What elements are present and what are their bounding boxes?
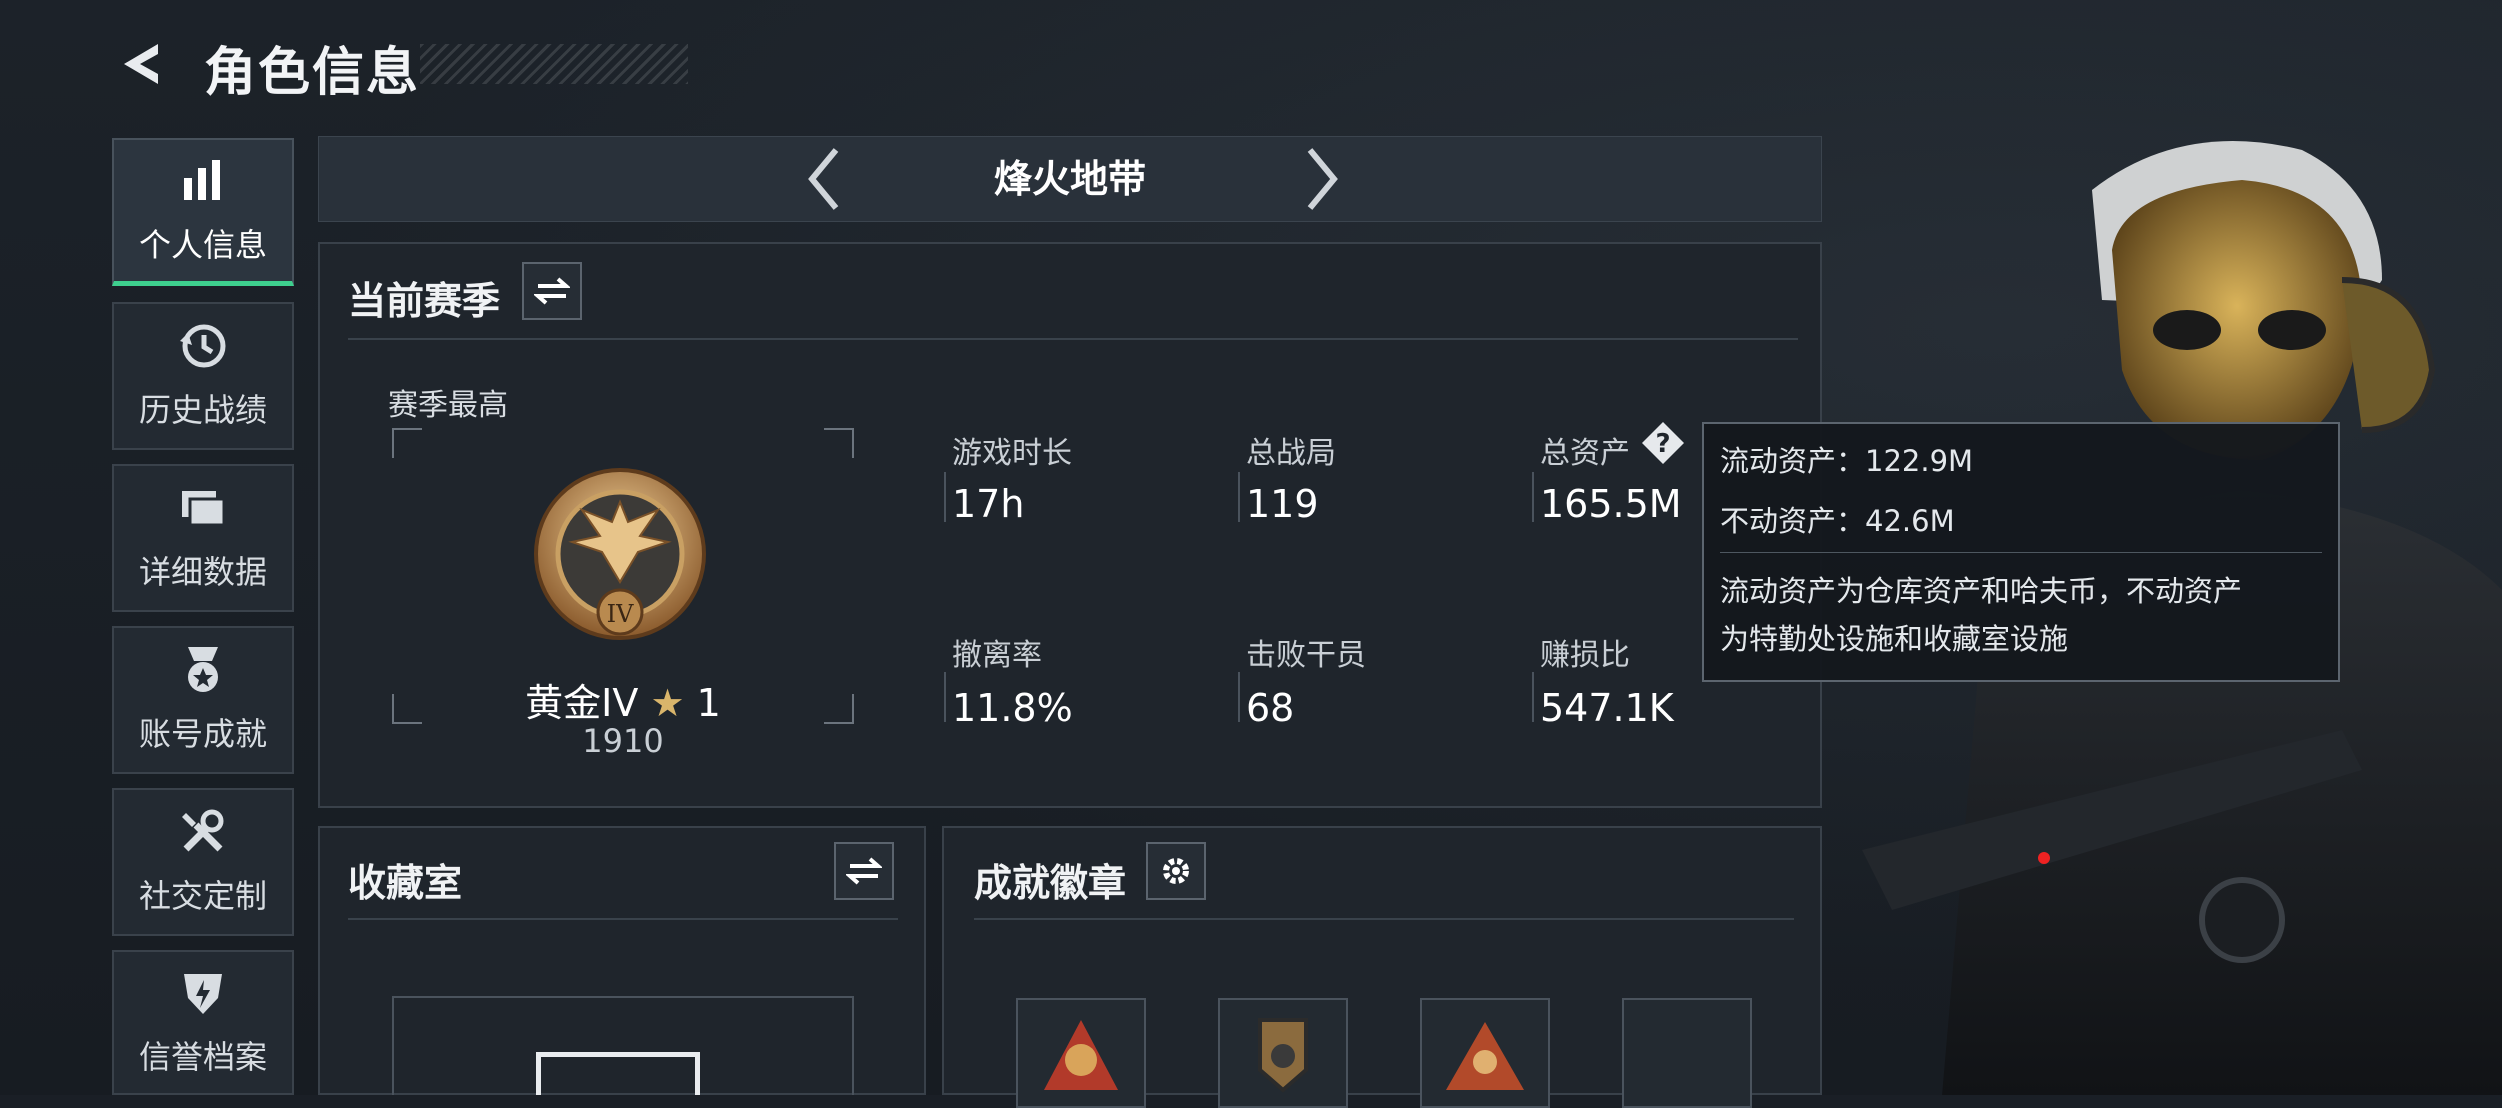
stat-label-total-assets: 总资产 xyxy=(1540,436,1630,471)
sidebar-item-label: 个人信息 xyxy=(138,225,267,264)
season-panel-title: 当前赛季 xyxy=(348,279,501,323)
sidebar-item-label: 详细数据 xyxy=(138,553,267,591)
stat-label-profit-ratio: 赚损比 xyxy=(1540,638,1630,673)
tools-icon xyxy=(182,809,224,852)
bar-chart-icon xyxy=(184,159,220,200)
collection-panel-title: 收藏室 xyxy=(348,861,463,905)
collection-divider xyxy=(348,918,898,920)
title-decoration xyxy=(420,44,688,84)
stat-value-total-matches: 119 xyxy=(1246,482,1319,526)
stat-label-kills: 击败干员 xyxy=(1246,638,1366,673)
sidebar-item-label: 账号成就 xyxy=(138,715,267,753)
stat-value-extraction-rate: 11.8% xyxy=(952,686,1073,730)
swap-icon xyxy=(534,277,570,305)
stat-label-extraction-rate: 撤离率 xyxy=(952,638,1042,673)
shield-badge-icon xyxy=(1258,1018,1308,1093)
game-mode-title: 烽火地带 xyxy=(993,157,1146,201)
stat-value-play-time: 17h xyxy=(952,482,1025,526)
collection-item-icon xyxy=(536,1052,700,1095)
chevron-right-icon[interactable] xyxy=(1296,144,1346,214)
sidebar-item-history[interactable]: 历史战绩 xyxy=(112,302,294,450)
tooltip-description-line-1: 流动资产为仓库资产和哈夫币，不动资产 xyxy=(1720,574,2243,608)
emblem-numeral: IV xyxy=(607,600,634,628)
stat-label-total-matches: 总战局 xyxy=(1246,436,1336,471)
badge-slot[interactable] xyxy=(1420,998,1550,1108)
tooltip-description-line-2: 为特勤处设施和收藏室设施 xyxy=(1720,622,2069,656)
history-clock-icon xyxy=(180,324,226,368)
rank-stars: 1 xyxy=(696,681,721,725)
sidebar-item-label: 社交定制 xyxy=(138,877,267,915)
badges-settings-button[interactable] xyxy=(1146,842,1206,900)
tooltip-divider xyxy=(1720,552,2322,553)
rank-score: 1910 xyxy=(582,722,664,760)
collection-switch-button[interactable] xyxy=(834,842,894,900)
sidebar-item-label: 信誉档案 xyxy=(138,1037,267,1076)
stat-value-total-assets: 165.5M xyxy=(1540,482,1682,526)
season-divider xyxy=(348,338,1798,340)
badge-slot[interactable] xyxy=(1218,998,1348,1108)
sidebar-item-social[interactable]: 社交定制 xyxy=(112,788,294,936)
svg-text:?: ? xyxy=(1655,429,1670,459)
fist-badge-icon xyxy=(1044,1020,1118,1090)
badge-slot[interactable] xyxy=(1016,998,1146,1108)
badges-panel-title: 成就徽章 xyxy=(974,861,1127,905)
sidebar-item-achievements[interactable]: 账号成就 xyxy=(112,626,294,774)
stat-value-kills: 68 xyxy=(1246,686,1295,730)
sidebar-item-detailed-data[interactable]: 详细数据 xyxy=(112,464,294,612)
tooltip-liquid-assets: 流动资产：122.9M xyxy=(1720,444,1974,478)
swap-icon xyxy=(846,857,882,885)
soldier-badge-icon xyxy=(1446,1022,1524,1090)
stat-label-play-time: 游戏时长 xyxy=(952,436,1072,471)
star-icon: ★ xyxy=(650,681,685,725)
stat-value-profit-ratio: 547.1K xyxy=(1540,686,1674,730)
medal-icon xyxy=(188,647,218,692)
gold-rank-emblem: IV xyxy=(534,468,706,640)
season-switch-button[interactable] xyxy=(522,262,582,320)
folder-icon xyxy=(182,491,226,527)
sidebar-item-credit[interactable]: 信誉档案 xyxy=(112,950,294,1095)
rank-name: 黄金IV xyxy=(525,681,639,725)
tooltip-fixed-assets: 不动资产：42.6M xyxy=(1720,504,1955,538)
rank-name-row: 黄金IV ★ 1 xyxy=(392,672,854,727)
sidebar-item-label: 历史战绩 xyxy=(138,391,267,429)
shield-icon xyxy=(184,973,222,1014)
back-arrow-icon[interactable] xyxy=(112,36,168,92)
sidebar-item-personal-info[interactable]: 个人信息 xyxy=(112,138,294,286)
page-title: 角色信息 xyxy=(204,43,421,103)
help-icon[interactable]: ? xyxy=(1640,420,1686,466)
badges-divider xyxy=(974,918,1794,920)
gear-icon xyxy=(1163,858,1189,884)
season-high-label: 赛季最高 xyxy=(388,388,508,423)
badge-slot-empty[interactable] xyxy=(1622,998,1752,1108)
